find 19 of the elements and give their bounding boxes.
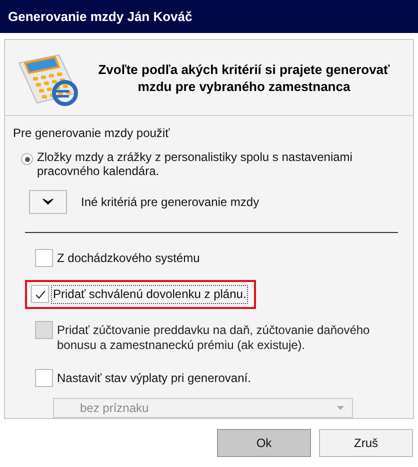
radio-label: Zložky mzdy a zrážky z personalistiky spolu s nastaveniami pracovného kalendára.	[37, 150, 354, 178]
checkbox[interactable]	[35, 249, 53, 267]
checkbox[interactable]	[31, 285, 49, 303]
check-icon	[34, 290, 46, 298]
window-title: Generovanie mzdy Ján Kováč	[0, 0, 418, 33]
section-label: Pre generovanie mzdy použiť	[13, 126, 171, 140]
checkbox-label: Nastaviť stav výplaty pri generovaní.	[56, 370, 252, 387]
checkbox-label: Z dochádzkového systému	[56, 250, 201, 267]
instruction-text: Zvoľte podľa akých kritérií si prajete generovať mzdu pre vybraného zamestnanca	[97, 60, 391, 94]
expander-label: Iné kritériá pre generovanie mzdy	[81, 195, 260, 209]
cancel-button[interactable]: Zruš	[319, 429, 413, 457]
checkbox[interactable]	[35, 369, 53, 387]
expand-button[interactable]	[29, 190, 67, 214]
radio-button[interactable]	[21, 153, 33, 165]
checkbox-label: Pridať zúčtovanie preddavku na daň, zúčtovanie daňového bonusu a zamestnaneckú prémiu (ak existuje).	[56, 322, 371, 354]
dropdown-arrow-icon	[337, 406, 344, 410]
chevron-icon	[42, 198, 54, 206]
ok-button[interactable]: Ok	[217, 429, 311, 457]
checkbox-label: Pridať schválenú dovolenku z plánu.	[51, 285, 248, 304]
